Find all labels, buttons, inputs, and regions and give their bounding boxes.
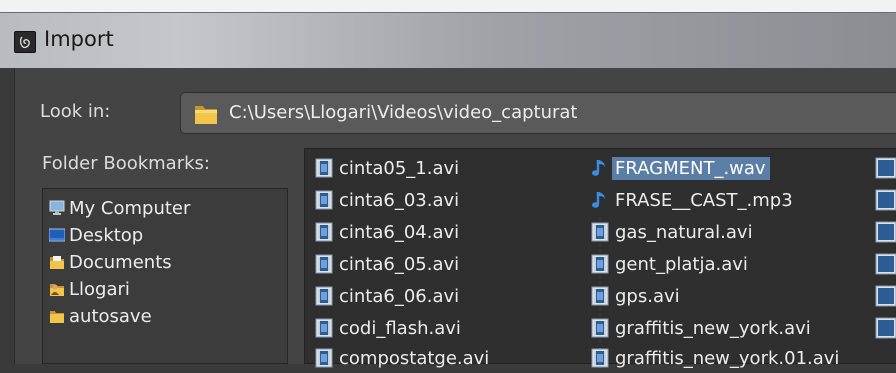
file-name: FRASE__CAST_.mp3	[615, 189, 793, 211]
look-in-path-field[interactable]: C:\Users\Llogari\Videos\video_capturat	[180, 92, 896, 134]
file-name: compostatge.avi	[339, 347, 490, 369]
video-file-icon	[591, 286, 609, 306]
file-item[interactable]: gas_natural.avi	[591, 217, 757, 247]
file-item[interactable]: codi_flash.avi	[315, 313, 465, 343]
video-file-icon	[591, 348, 609, 368]
user-folder-icon	[49, 281, 65, 297]
bookmark-llogari[interactable]: Llogari	[49, 276, 130, 302]
video-file-icon	[875, 157, 896, 179]
desktop-icon	[48, 227, 66, 243]
file-name: graffitis_new_york.avi	[615, 317, 811, 339]
file-name: graffitis_new_york.01.avi	[615, 347, 840, 369]
app-icon	[14, 31, 36, 53]
file-item[interactable]: cinta6_06.avi	[315, 281, 463, 311]
file-name: cinta6_03.avi	[339, 189, 460, 211]
bookmark-desktop[interactable]: Desktop	[48, 222, 144, 248]
file-item-selected[interactable]: FRAGMENT_.wav	[591, 153, 770, 183]
file-list[interactable]: cinta05_1.avi cinta6_03.avi cinta6_04.av…	[304, 148, 896, 369]
file-item[interactable]: cinta05_1.avi	[315, 153, 463, 183]
file-name: cinta6_05.avi	[339, 253, 460, 275]
top-strip	[0, 0, 896, 12]
video-file-icon	[315, 190, 333, 210]
file-name: codi_flash.avi	[339, 317, 461, 339]
file-item[interactable]: graffitis_new_york.avi	[591, 313, 815, 343]
video-file-icon	[315, 254, 333, 274]
bookmark-label: My Computer	[69, 197, 191, 219]
file-item[interactable]: graffitis_new_york.01.avi	[591, 343, 843, 373]
video-file-icon	[875, 221, 896, 243]
window-title: Import	[44, 27, 114, 51]
audio-file-icon	[591, 190, 609, 210]
file-name: cinta6_04.avi	[339, 221, 460, 243]
documents-folder-icon	[49, 254, 65, 270]
folder-bookmarks-list[interactable]: My Computer Desktop Documents Llogari au…	[42, 188, 288, 364]
video-file-icon	[591, 254, 609, 274]
bookmark-label: Llogari	[69, 278, 130, 300]
file-item[interactable]: gent_platja.avi	[591, 249, 752, 279]
file-item[interactable]: FRASE__CAST_.mp3	[591, 185, 797, 215]
video-file-icon	[591, 222, 609, 242]
video-file-icon	[315, 222, 333, 242]
video-file-icon	[875, 317, 896, 339]
bookmark-label: Desktop	[69, 224, 144, 246]
audio-file-icon	[591, 158, 609, 178]
bookmark-label: autosave	[69, 305, 152, 327]
computer-icon	[49, 200, 65, 216]
video-file-icon	[875, 285, 896, 307]
video-file-icon	[315, 318, 333, 338]
look-in-label: Look in:	[40, 101, 111, 122]
file-item[interactable]: cinta6_03.avi	[315, 185, 463, 215]
video-file-icon	[315, 348, 333, 368]
folder-icon	[49, 308, 65, 324]
folder-bookmarks-label: Folder Bookmarks:	[42, 153, 210, 174]
file-name: cinta05_1.avi	[339, 157, 460, 179]
bookmark-my-computer[interactable]: My Computer	[49, 195, 190, 221]
video-file-icon	[315, 158, 333, 178]
folder-icon	[193, 101, 219, 131]
bookmark-autosave[interactable]: autosave	[49, 303, 152, 329]
video-file-icon	[875, 253, 896, 275]
file-item[interactable]: compostatge.avi	[315, 343, 493, 373]
file-name: gps.avi	[615, 285, 680, 307]
file-name: cinta6_06.avi	[339, 285, 460, 307]
file-name: gas_natural.avi	[615, 221, 753, 243]
video-file-icon	[315, 286, 333, 306]
video-file-icon	[875, 189, 896, 211]
title-bar[interactable]: Import	[0, 12, 896, 68]
bookmark-documents[interactable]: Documents	[49, 249, 172, 275]
file-item[interactable]: cinta6_05.avi	[315, 249, 463, 279]
video-file-icon	[591, 318, 609, 338]
file-item[interactable]: cinta6_04.avi	[315, 217, 463, 247]
look-in-path: C:\Users\Llogari\Videos\video_capturat	[229, 102, 578, 123]
bookmark-label: Documents	[69, 251, 172, 273]
file-item[interactable]: gps.avi	[591, 281, 684, 311]
file-name: gent_platja.avi	[615, 253, 748, 275]
file-name: FRAGMENT_.wav	[612, 156, 770, 180]
